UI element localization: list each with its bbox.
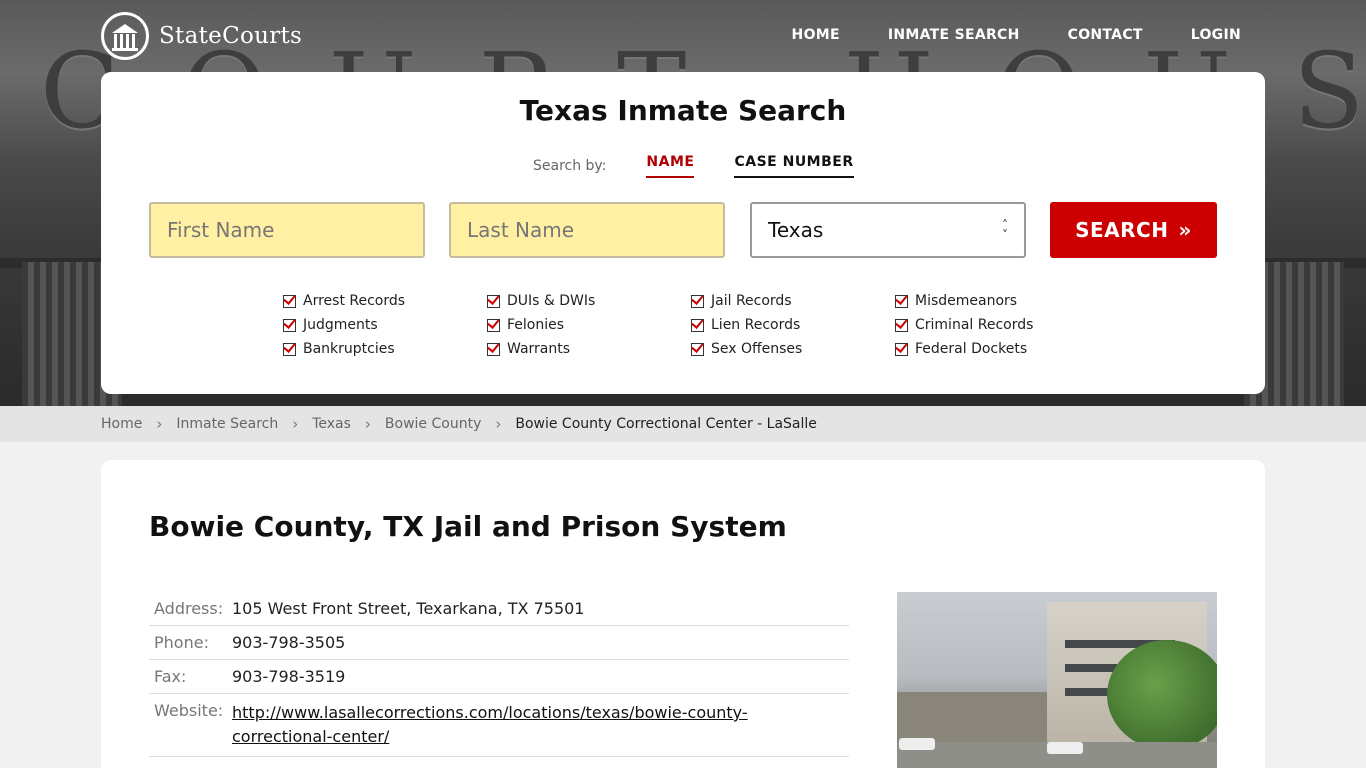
search-button-label: SEARCH <box>1075 218 1169 242</box>
checkbox-checked-icon <box>691 342 704 356</box>
breadcrumb: Home › Inmate Search › Texas › Bowie Cou… <box>101 415 817 433</box>
breadcrumb-bar: Home › Inmate Search › Texas › Bowie Cou… <box>0 406 1366 442</box>
table-row: Website: http://www.lasallecorrections.c… <box>149 694 849 757</box>
brand-name: StateCourts <box>159 23 303 49</box>
chevron-right-icon: › <box>156 415 163 433</box>
check-item: Warrants <box>487 340 691 358</box>
chevron-right-icon: › <box>495 415 502 433</box>
website-link[interactable]: http://www.lasallecorrections.com/locati… <box>232 701 844 749</box>
phone-value: 903-798-3505 <box>232 633 346 652</box>
search-by-label: Search by: <box>533 158 607 174</box>
state-select[interactable]: Texas ˄ ˅ <box>750 202 1026 258</box>
check-item: Judgments <box>283 316 487 334</box>
search-card: Texas Inmate Search Search by: NAME CASE… <box>101 72 1265 394</box>
breadcrumb-current: Bowie County Correctional Center - LaSal… <box>515 416 817 432</box>
last-name-input[interactable]: Last Name <box>449 202 725 258</box>
breadcrumb-bowie-county[interactable]: Bowie County <box>385 416 481 432</box>
check-item: Misdemeanors <box>895 292 1099 310</box>
check-item: DUIs & DWIs <box>487 292 691 310</box>
nav-login[interactable]: LOGIN <box>1191 27 1241 43</box>
search-button[interactable]: SEARCH » <box>1050 202 1217 258</box>
checkbox-checked-icon <box>691 318 704 332</box>
checkbox-checked-icon <box>895 318 908 332</box>
breadcrumb-home[interactable]: Home <box>101 416 142 432</box>
chevron-right-icon: › <box>364 415 371 433</box>
check-item: Lien Records <box>691 316 895 334</box>
row-label: Fax: <box>154 667 187 686</box>
search-by-tabs: Search by: NAME CASE NUMBER <box>533 154 894 178</box>
checkbox-checked-icon <box>691 294 704 308</box>
table-row: Fax: 903-798-3519 <box>149 660 849 694</box>
check-item: Jail Records <box>691 292 895 310</box>
address-value: 105 West Front Street, Texarkana, TX 755… <box>232 599 585 618</box>
breadcrumb-inmate-search[interactable]: Inmate Search <box>176 416 278 432</box>
check-item: Federal Dockets <box>895 340 1099 358</box>
checkbox-checked-icon <box>487 342 500 356</box>
check-item: Criminal Records <box>895 316 1099 334</box>
checkbox-checked-icon <box>283 294 296 308</box>
check-item: Sex Offenses <box>691 340 895 358</box>
checkbox-checked-icon <box>283 342 296 356</box>
double-chevron-right-icon: » <box>1178 218 1192 242</box>
row-label: Phone: <box>154 633 209 652</box>
nav-home[interactable]: HOME <box>792 27 840 43</box>
checkbox-checked-icon <box>487 318 500 332</box>
facility-card: Bowie County, TX Jail and Prison System … <box>101 460 1265 768</box>
site-logo[interactable]: StateCourts <box>101 12 302 60</box>
table-row: Phone: 903-798-3505 <box>149 626 849 660</box>
checkbox-checked-icon <box>895 342 908 356</box>
breadcrumb-texas[interactable]: Texas <box>312 416 351 432</box>
search-title: Texas Inmate Search <box>519 94 847 127</box>
check-item: Felonies <box>487 316 691 334</box>
checkbox-checked-icon <box>283 318 296 332</box>
courthouse-icon <box>101 12 149 60</box>
row-label: Address: <box>154 599 224 618</box>
top-nav: HOME INMATE SEARCH CONTACT LOGIN <box>792 27 1241 43</box>
check-item: Arrest Records <box>283 292 487 310</box>
checkbox-checked-icon <box>487 294 500 308</box>
chevron-right-icon: › <box>292 415 299 433</box>
facility-photo <box>897 592 1217 768</box>
first-name-input[interactable]: First Name <box>149 202 425 258</box>
facility-info-table: Address: 105 West Front Street, Texarkan… <box>149 592 849 757</box>
row-label: Website: <box>154 701 224 720</box>
select-arrows-icon: ˄ ˅ <box>1002 218 1008 242</box>
nav-inmate-search[interactable]: INMATE SEARCH <box>888 27 1020 43</box>
nav-contact[interactable]: CONTACT <box>1068 27 1143 43</box>
page-title: Bowie County, TX Jail and Prison System <box>149 510 787 543</box>
checkbox-checked-icon <box>895 294 908 308</box>
tab-name[interactable]: NAME <box>646 154 695 178</box>
state-select-value: Texas <box>768 218 824 242</box>
tab-case-number[interactable]: CASE NUMBER <box>734 154 854 178</box>
check-item: Bankruptcies <box>283 340 487 358</box>
category-checklist: Arrest Records DUIs & DWIs Jail Records … <box>283 292 1099 358</box>
fax-value: 903-798-3519 <box>232 667 346 686</box>
table-row: Address: 105 West Front Street, Texarkan… <box>149 592 849 626</box>
